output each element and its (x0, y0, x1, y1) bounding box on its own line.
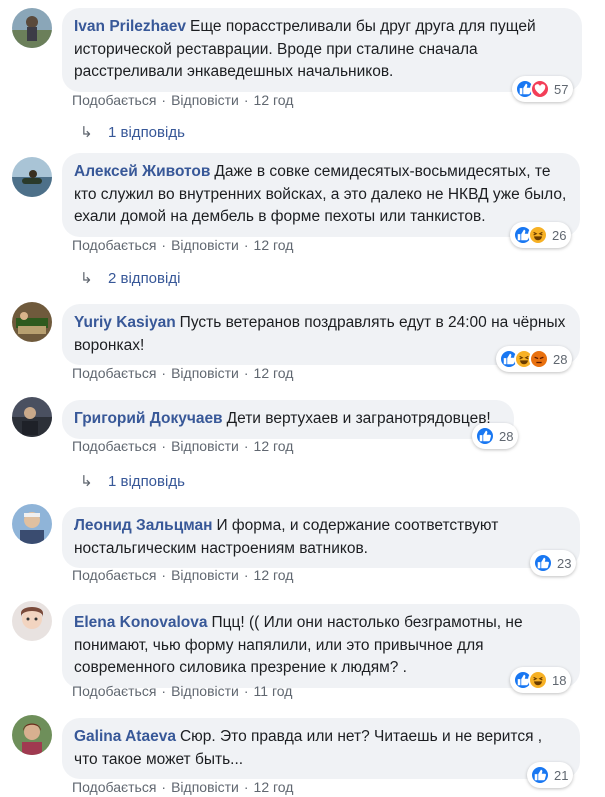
like-link[interactable]: Подобається (72, 567, 156, 583)
reaction-summary[interactable]: 28 (496, 346, 573, 372)
reaction-summary[interactable]: 28 (472, 423, 519, 449)
like-icon (475, 426, 495, 446)
separator: · (161, 365, 167, 381)
separator: · (161, 779, 167, 795)
reaction-summary[interactable]: 26 (510, 222, 572, 248)
like-icon (530, 765, 550, 785)
avatar[interactable] (12, 302, 52, 342)
reaction-summary[interactable]: 23 (530, 550, 577, 576)
replies-count: 2 відповіді (108, 270, 181, 287)
separator: · (243, 365, 249, 381)
comment-text: Дети вертухаев и загранотрядовцев! (226, 410, 491, 427)
comment-timestamp[interactable]: 12 год (254, 567, 294, 583)
comment-timestamp[interactable]: 12 год (254, 365, 294, 381)
comment-timestamp[interactable]: 12 год (254, 237, 294, 253)
reply-link[interactable]: Відповісти (171, 683, 239, 699)
comment-author[interactable]: Леонид Зальцман (74, 517, 212, 534)
avatar[interactable] (12, 504, 52, 544)
separator: · (243, 567, 249, 583)
separator: · (243, 438, 249, 454)
comment-timestamp[interactable]: 11 год (254, 683, 293, 699)
angry-icon (529, 349, 549, 369)
reaction-summary[interactable]: 18 (510, 667, 572, 693)
reply-arrow-icon: ↳ (80, 473, 93, 490)
reaction-count: 26 (552, 227, 567, 243)
separator: · (161, 438, 167, 454)
separator: · (243, 92, 249, 108)
reaction-summary[interactable]: 21 (527, 762, 574, 788)
like-link[interactable]: Подобається (72, 92, 156, 108)
separator: · (243, 237, 249, 253)
reply-link[interactable]: Відповісти (171, 92, 239, 108)
avatar[interactable] (12, 601, 52, 641)
comment-author[interactable]: Galina Ataeva (74, 728, 176, 745)
replies-count: 1 відповідь (108, 473, 185, 490)
reaction-count: 21 (554, 767, 569, 783)
comment-timestamp[interactable]: 12 год (254, 92, 294, 108)
reply-link[interactable]: Відповісти (171, 779, 239, 795)
replies-count: 1 відповідь (108, 124, 185, 141)
reply-arrow-icon: ↳ (80, 124, 93, 141)
separator: · (161, 683, 167, 699)
haha-icon (528, 225, 548, 245)
separator: · (161, 237, 167, 253)
reaction-count: 28 (499, 428, 514, 444)
like-link[interactable]: Подобається (72, 779, 156, 795)
like-link[interactable]: Подобається (72, 438, 156, 454)
view-replies-link[interactable]: ↳ 1 відповідь (80, 472, 185, 492)
comment-author[interactable]: Григорий Докучаев (74, 410, 223, 427)
like-link[interactable]: Подобається (72, 237, 156, 253)
comment-timestamp[interactable]: 12 год (254, 779, 294, 795)
avatar[interactable] (12, 8, 52, 48)
like-link[interactable]: Подобається (72, 683, 156, 699)
comment-author[interactable]: Yuriy Kasiyan (74, 314, 176, 331)
avatar[interactable] (12, 397, 52, 437)
comment-author[interactable]: Ivan Prilezhaev (74, 18, 186, 35)
avatar[interactable] (12, 157, 52, 197)
reply-link[interactable]: Відповісти (171, 438, 239, 454)
comment-author[interactable]: Elena Konovalova (74, 614, 208, 631)
reply-link[interactable]: Відповісти (171, 567, 239, 583)
separator: · (161, 92, 167, 108)
view-replies-link[interactable]: ↳ 2 відповіді (80, 269, 180, 289)
comment-author[interactable]: Алексей Животов (74, 163, 210, 180)
reaction-count: 28 (553, 351, 568, 367)
love-icon (530, 79, 550, 99)
haha-icon (528, 670, 548, 690)
separator: · (161, 567, 167, 583)
like-icon (533, 553, 553, 573)
reaction-count: 18 (552, 672, 567, 688)
like-link[interactable]: Подобається (72, 365, 156, 381)
reply-arrow-icon: ↳ (80, 270, 93, 287)
avatar[interactable] (12, 715, 52, 755)
separator: · (243, 683, 249, 699)
reaction-count: 23 (557, 555, 572, 571)
view-replies-link[interactable]: ↳ 1 відповідь (80, 123, 185, 143)
separator: · (243, 779, 249, 795)
reaction-summary[interactable]: 57 (512, 76, 574, 102)
comment-timestamp[interactable]: 12 год (254, 438, 294, 454)
reply-link[interactable]: Відповісти (171, 365, 239, 381)
reply-link[interactable]: Відповісти (171, 237, 239, 253)
reaction-count: 57 (554, 81, 569, 97)
